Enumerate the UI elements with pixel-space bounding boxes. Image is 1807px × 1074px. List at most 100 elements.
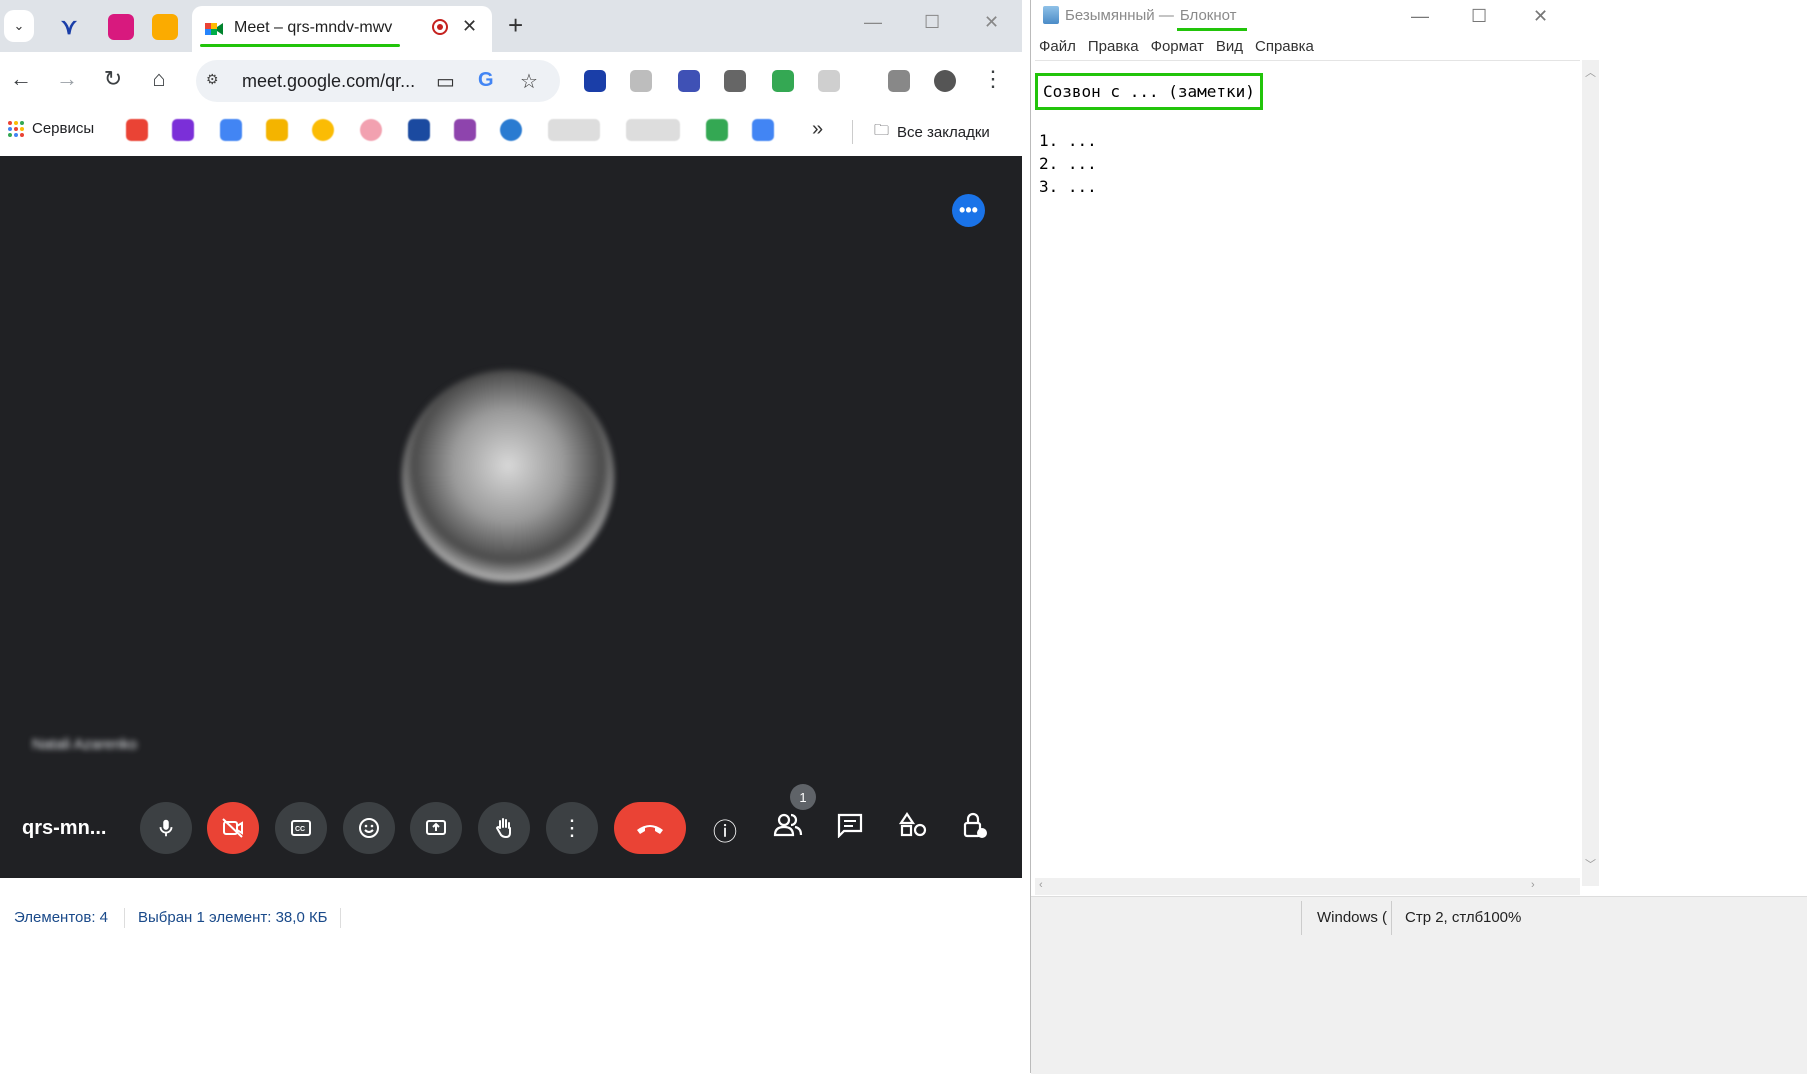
mic-button[interactable] [140,802,192,854]
vertical-scrollbar[interactable]: ︿ ﹀ [1582,60,1599,886]
extension-icon-2[interactable] [630,70,652,92]
chrome-menu-icon[interactable]: ⋮ [978,66,1008,92]
explorer-status-bar: Элементов: 4 Выбран 1 элемент: 38,0 КБ [0,878,1030,1073]
bookmark-mail-icon[interactable] [266,119,288,141]
bookmark-2-icon[interactable] [172,119,194,141]
notepad-app-name: Блокнот [1179,6,1237,24]
notepad-menu-bar: Файл Правка Формат Вид Справка [1039,38,1314,55]
extension-icon-3[interactable] [678,70,700,92]
reload-icon[interactable]: ↻ [98,66,128,92]
extension-icon-7[interactable] [888,70,910,92]
captions-icon: CC [291,820,311,836]
scroll-left-icon[interactable]: ‹ [1039,879,1043,891]
bookmark-5-icon[interactable] [312,119,334,141]
chat-icon[interactable] [834,812,866,845]
meet-favicon-icon [205,23,223,35]
tab-meet[interactable]: Meet – qrs-mndv-mwv ✕ [192,6,492,52]
mic-icon [159,819,173,837]
status-divider [124,908,125,928]
people-icon[interactable] [772,812,804,845]
tab-search-button[interactable]: ⌄ [4,10,34,42]
maximize-icon[interactable]: ☐ [924,12,940,33]
horizontal-scrollbar[interactable]: ‹ › [1035,878,1580,895]
app-name-highlight [1177,28,1247,31]
minimize-icon[interactable]: — [864,12,882,33]
url-text: meet.google.com/qr... [242,71,416,91]
participants-count-badge: 1 [790,784,816,810]
bookmark-calendar-icon[interactable] [220,119,242,141]
meet-controls: qrs-mn... CC ⋮ ⓘ 1 [0,784,1022,876]
tab-title-highlight [200,44,400,47]
notepad-text-area[interactable]: Созвон с ... (заметки) 1. ... 2. ... 3. … [1035,60,1580,871]
camera-off-icon [222,818,243,838]
extension-icon-1[interactable] [584,70,606,92]
profile-avatar[interactable] [934,70,956,92]
close-window-icon[interactable]: ✕ [1533,6,1548,27]
bookmark-paypal-icon[interactable] [408,119,430,141]
bookmark-8-icon[interactable] [454,119,476,141]
back-icon[interactable]: ← [6,66,36,92]
new-tab-button[interactable]: + [508,10,523,41]
scroll-right-icon[interactable]: › [1531,879,1535,891]
meeting-info-icon[interactable]: ⓘ [709,812,741,847]
pinned-tab-pink[interactable] [108,14,134,40]
bookmark-star-icon[interactable]: ☆ [520,69,538,94]
chrome-window: ⌄ ⋎ Meet – qrs-mndv-mwv ✕ + — ☐ ✕ ← → ↻ … [0,0,1022,1010]
list-item: 2. ... [1039,154,1097,173]
captions-button[interactable]: CC [275,802,327,854]
leave-call-button[interactable] [614,802,686,854]
bookmark-drive-icon[interactable] [706,119,728,141]
bookmark-photos-icon[interactable] [360,119,382,141]
menu-edit[interactable]: Правка [1088,38,1139,55]
bookmark-gmail-icon[interactable] [126,119,148,141]
tab-title: Meet – qrs-mndv-mwv [234,19,393,36]
bookmark-separator [852,120,853,144]
reactions-button[interactable] [343,802,395,854]
close-window-icon[interactable]: ✕ [984,12,999,33]
bookmark-docs-icon[interactable] [752,119,774,141]
minimize-icon[interactable]: — [1411,6,1429,27]
close-tab-icon[interactable]: ✕ [462,16,477,37]
notepad-title: Безымянный — Блокнот [1043,6,1237,24]
meeting-code: qrs-mn... [22,817,107,839]
menu-format[interactable]: Формат [1151,38,1204,55]
home-icon[interactable]: ⌂ [144,66,174,92]
scroll-up-icon[interactable]: ︿ [1585,64,1596,80]
menu-file[interactable]: Файл [1039,38,1076,55]
all-bookmarks[interactable]: 🗀 Все закладки [874,120,990,145]
site-info-icon[interactable]: ⚙ [206,71,226,91]
address-bar[interactable]: ⚙ meet.google.com/qr... ▭ G ☆ [196,60,560,102]
more-bookmarks-icon[interactable]: » [812,118,823,141]
pinned-tab-orange[interactable] [152,14,178,40]
menu-view[interactable]: Вид [1216,38,1243,55]
extension-icon-5[interactable] [772,70,794,92]
maximize-icon[interactable]: ☐ [1471,6,1487,27]
vertical-dots-icon: ⋮ [561,815,583,840]
all-bookmarks-label: Все закладки [897,124,990,141]
forward-icon[interactable]: → [52,66,82,92]
google-lens-icon[interactable]: G [478,69,494,92]
activities-icon[interactable] [897,812,929,845]
bookmark-google-2-icon[interactable] [626,119,680,141]
tab-strip: ⌄ ⋎ Meet – qrs-mndv-mwv ✕ + — ☐ ✕ [0,0,1022,52]
pinned-tab-v[interactable]: ⋎ [56,14,82,40]
scroll-down-icon[interactable]: ﹀ [1585,856,1596,872]
camera-icon[interactable]: ▭ [436,69,455,94]
camera-off-button[interactable] [207,802,259,854]
bookmark-9-icon[interactable] [500,119,522,141]
items-count: Элементов: 4 [14,909,109,926]
more-actions-button[interactable]: ⋮ [546,802,598,854]
extension-icon-4[interactable] [724,70,746,92]
notepad-window: Безымянный — Блокнот — ☐ ✕ Файл Правка Ф… [1030,0,1807,1074]
bookmark-services[interactable]: Сервисы [8,120,94,137]
host-controls-icon[interactable] [959,812,991,847]
hand-icon [495,818,511,839]
bookmark-google-1-icon[interactable] [548,119,600,141]
present-button[interactable] [410,802,462,854]
raise-hand-button[interactable] [478,802,530,854]
notes-heading: Созвон с ... (заметки) [1035,73,1263,110]
zoom-level: 100% [1483,909,1522,926]
menu-help[interactable]: Справка [1255,38,1314,55]
more-options-icon[interactable]: ••• [952,194,985,227]
extension-icon-6[interactable] [818,70,840,92]
